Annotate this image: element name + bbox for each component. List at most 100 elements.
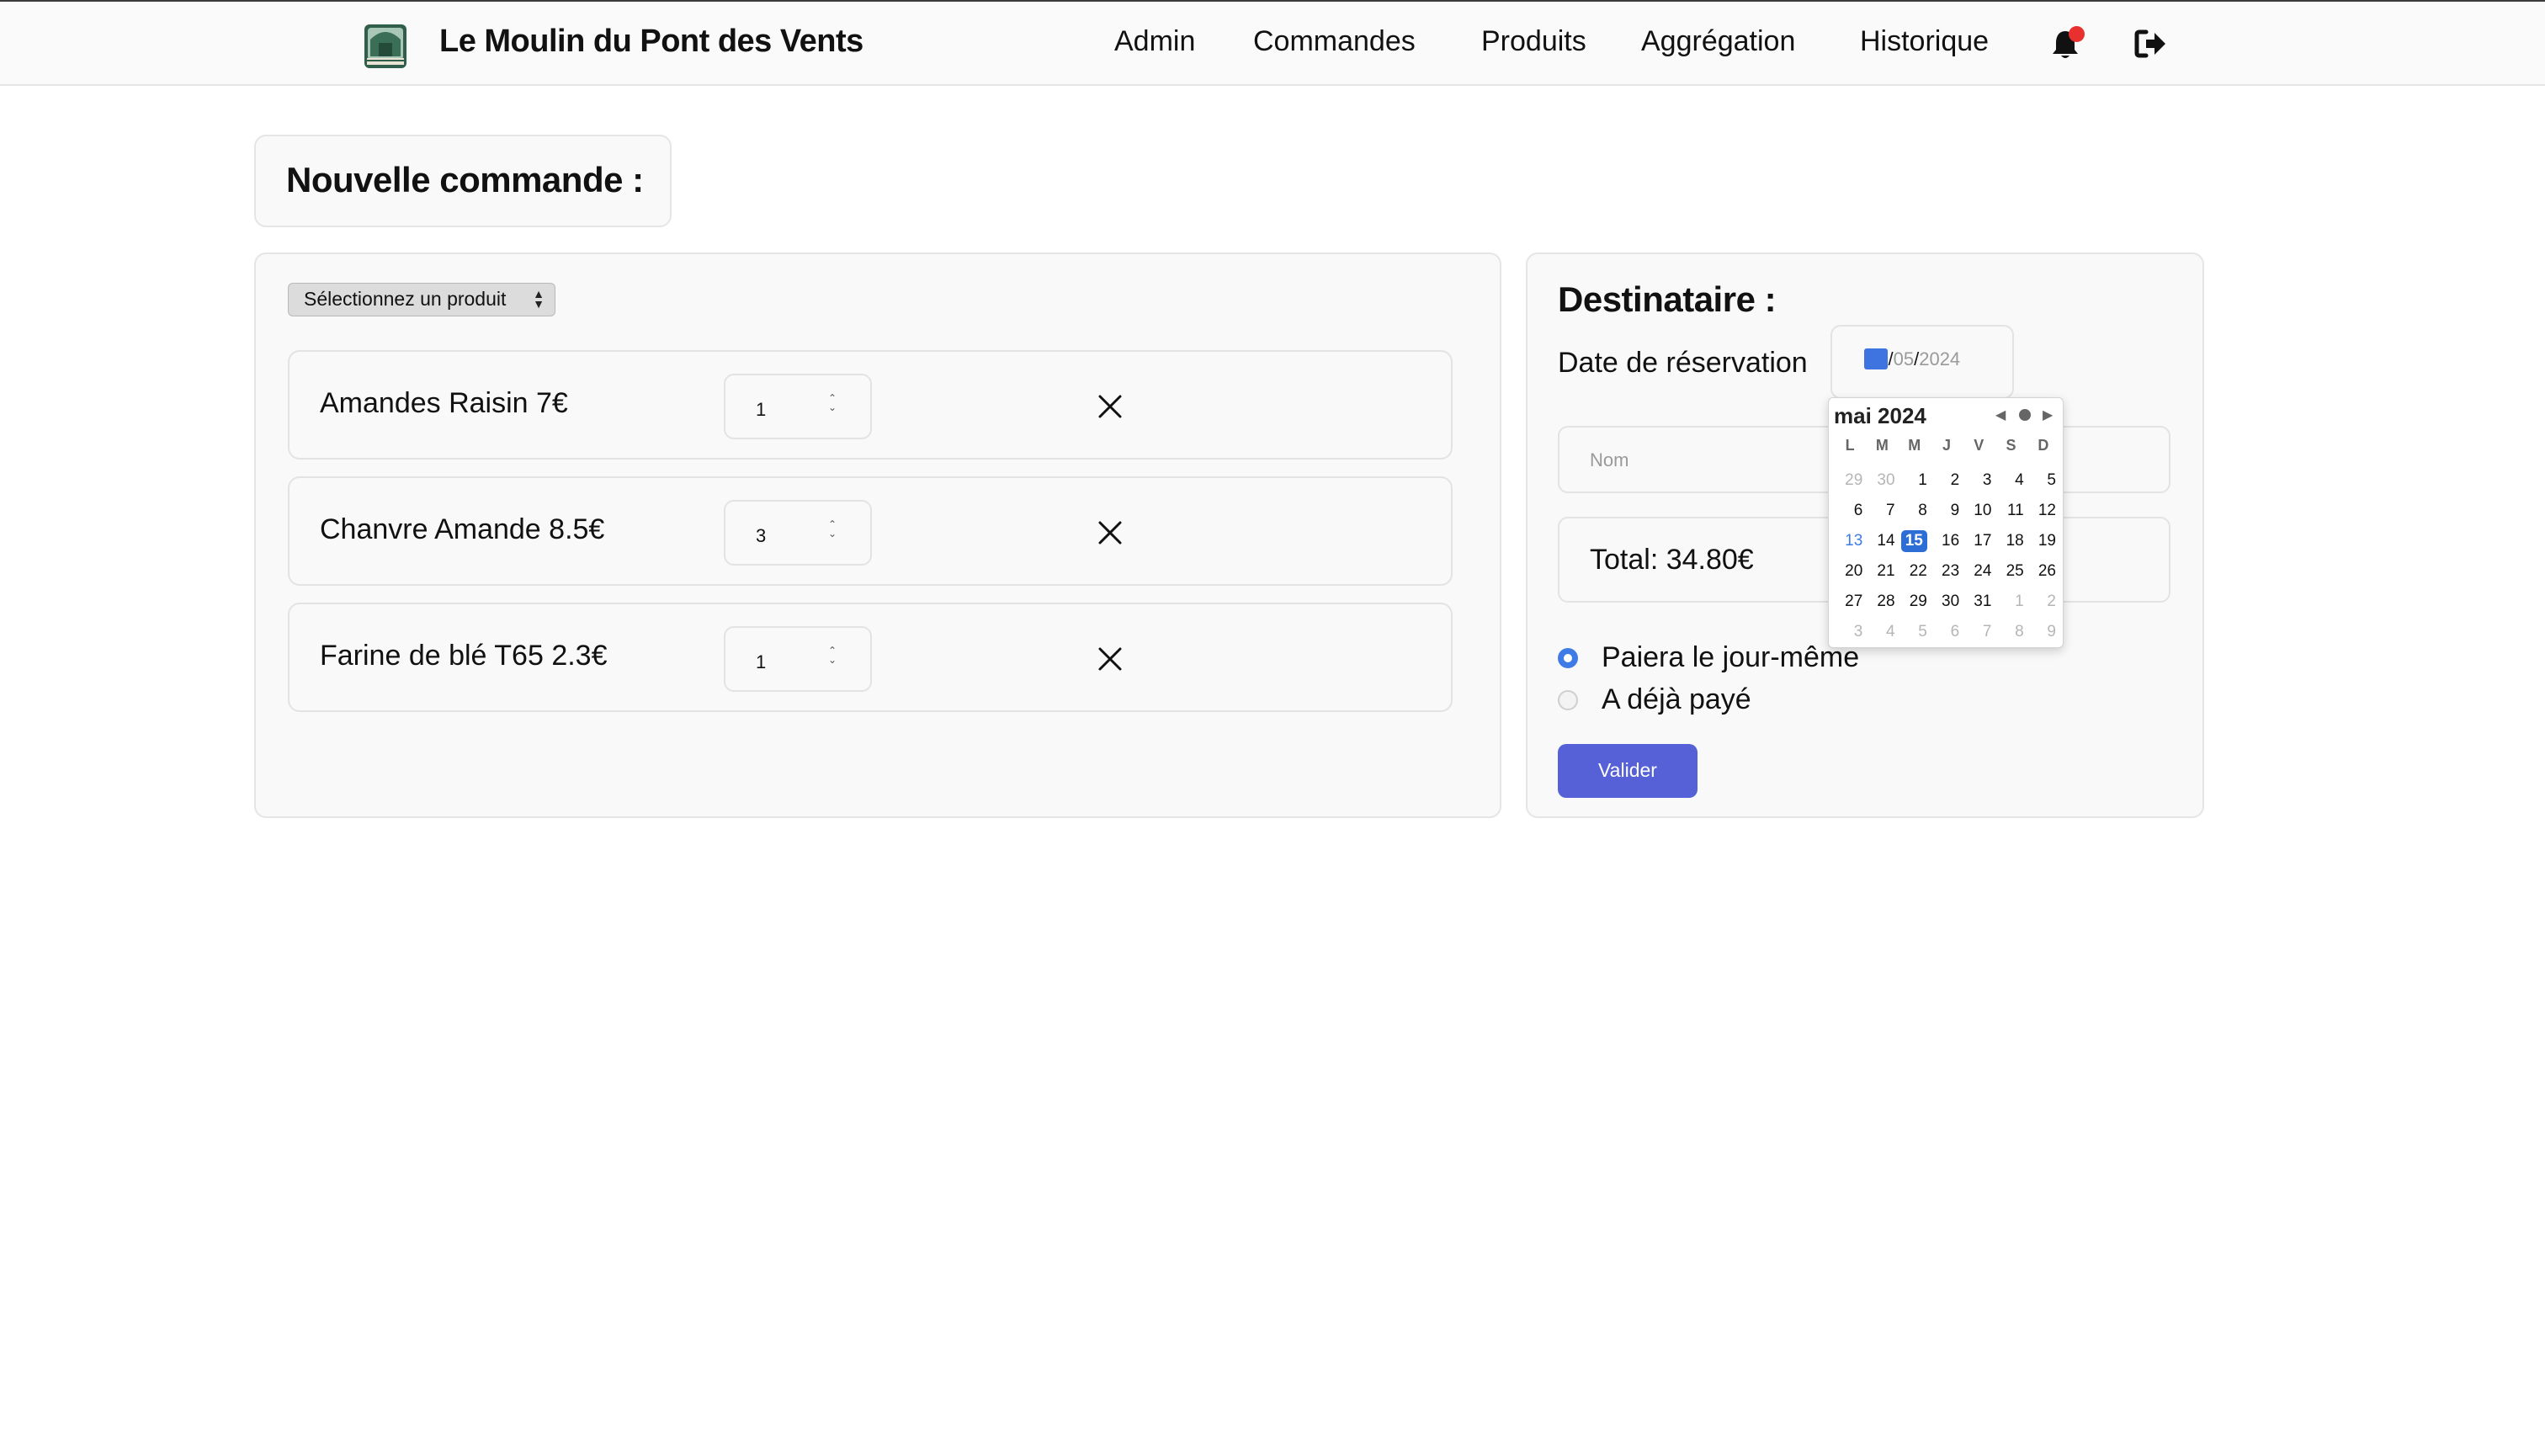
calendar-day[interactable]: 27 [1834,587,1866,617]
calendar-weekday: D [2038,436,2049,454]
product-row: Amandes Raisin 7€ 1 ⌃ ⌄ [288,350,1453,460]
calendar-day[interactable]: 17 [1963,526,1995,556]
calendar-day[interactable]: 20 [1834,556,1866,587]
close-icon[interactable] [1096,392,1124,421]
calendar-day[interactable]: 11 [1995,496,2027,526]
date-picker-popup: mai 2024 ◀ ▶ L M M J V S D 29 30 1 2 3 4 5 6 7 8 9 10 11 12 1… [1828,397,2064,648]
calendar-day[interactable]: 1 [1899,465,1931,496]
calendar-day[interactable]: 7 [1963,617,1995,647]
nav-link-historique[interactable]: Historique [1860,25,1989,58]
page-title-card: Nouvelle commande : [254,135,672,227]
notification-badge [2069,26,2085,42]
quantity-value: 3 [756,525,767,546]
payment-option-label: A déjà payé [1602,683,1751,715]
stepper-icon[interactable]: ⌃ ⌄ [828,646,837,665]
calendar-day[interactable]: 15 [1899,526,1931,556]
quantity-value: 1 [756,651,767,672]
calendar-day[interactable]: 8 [1899,496,1931,526]
calendar-grid: L M M J V S D 29 30 1 2 3 4 5 6 7 8 9 10 11 12 13 14 15 16 17 18 19… [1834,435,2059,647]
calendar-day[interactable]: 29 [1899,587,1931,617]
calendar-next-icon[interactable]: ▶ [2043,407,2053,423]
nav-link-aggregation[interactable]: Aggrégation [1641,25,1795,58]
submit-button[interactable]: Valider [1558,744,1698,798]
calendar-day[interactable]: 25 [1995,556,2027,587]
calendar-day[interactable]: 24 [1963,556,1995,587]
calendar-day[interactable]: 1 [1995,587,2027,617]
calendar-day[interactable]: 9 [2027,617,2059,647]
calendar-month-label: mai 2024 [1834,403,1926,428]
logout-icon[interactable] [2134,29,2168,59]
calendar-day[interactable]: 4 [1995,465,2027,496]
products-panel: Sélectionnez un produit ▲ ▼ Amandes Raisi… [254,252,1501,818]
calendar-day[interactable]: 9 [1931,496,1963,526]
calendar-day[interactable]: 16 [1931,526,1963,556]
quantity-value: 1 [756,399,767,420]
calendar-day[interactable]: 5 [1899,617,1931,647]
calendar-day[interactable]: 10 [1963,496,1995,526]
quantity-input[interactable]: 1 ⌃ ⌄ [724,626,872,692]
calendar-weekday: V [1974,436,1984,454]
calendar-day[interactable]: 4 [1866,617,1898,647]
mill-logo-icon[interactable] [362,18,409,70]
calendar-day[interactable]: 3 [1963,465,1995,496]
calendar-day[interactable]: 5 [2027,465,2059,496]
reservation-date-input[interactable]: 13/05/2024 [1830,325,2014,399]
radio-checked-icon[interactable] [1558,648,1578,668]
calendar-prev-icon[interactable]: ◀ [1995,407,2006,423]
calendar-day[interactable]: 28 [1866,587,1898,617]
calendar-weekday: M [1908,436,1921,454]
calendar-day[interactable]: 6 [1931,617,1963,647]
calendar-day[interactable]: 23 [1931,556,1963,587]
calendar-weekday: L [1845,436,1855,454]
nav-link-admin[interactable]: Admin [1114,25,1195,58]
calendar-day[interactable]: 30 [1931,587,1963,617]
calendar-day[interactable]: 14 [1866,526,1898,556]
calendar-day[interactable]: 30 [1866,465,1898,496]
product-label: Farine de blé T65 2.3€ [320,640,608,672]
calendar-day[interactable]: 26 [2027,556,2059,587]
stepper-icon[interactable]: ⌃ ⌄ [828,519,837,539]
product-select[interactable]: Sélectionnez un produit ▲ ▼ [288,283,555,316]
date-year-segment[interactable]: 2024 [1919,348,1960,369]
close-icon[interactable] [1096,645,1124,673]
quantity-input[interactable]: 1 ⌃ ⌄ [724,374,872,439]
nav-link-produits[interactable]: Produits [1481,25,1586,58]
calendar-today-icon[interactable] [2019,409,2031,421]
radio-unchecked-icon[interactable] [1558,690,1578,710]
product-select-label: Sélectionnez un produit [304,288,507,310]
select-arrows-icon: ▲ ▼ [533,287,545,311]
calendar-day[interactable]: 6 [1834,496,1866,526]
calendar-weekday: S [2006,436,2016,454]
date-month-segment[interactable]: 05 [1894,348,1914,369]
calendar-day[interactable]: 29 [1834,465,1866,496]
top-navbar: Le Moulin du Pont des Vents Admin Comman… [0,0,2545,86]
product-label: Amandes Raisin 7€ [320,387,568,419]
calendar-day[interactable]: 13 [1834,526,1866,556]
calendar-day[interactable]: 3 [1834,617,1866,647]
date-day-segment[interactable]: 13 [1864,348,1889,369]
date-label: Date de réservation [1558,347,1808,379]
calendar-day[interactable]: 22 [1899,556,1931,587]
quantity-input[interactable]: 3 ⌃ ⌄ [724,500,872,566]
page-title: Nouvelle commande : [286,160,644,199]
product-row: Farine de blé T65 2.3€ 1 ⌃ ⌄ [288,603,1453,712]
calendar-weekday: M [1875,436,1889,454]
calendar-day[interactable]: 18 [1995,526,2027,556]
calendar-day[interactable]: 8 [1995,617,2027,647]
nav-link-commandes[interactable]: Commandes [1253,25,1416,58]
calendar-day[interactable]: 2 [2027,587,2059,617]
calendar-weekday: J [1942,436,1951,454]
calendar-day[interactable]: 21 [1866,556,1898,587]
calendar-day[interactable]: 19 [2027,526,2059,556]
brand-name[interactable]: Le Moulin du Pont des Vents [439,24,863,60]
stepper-icon[interactable]: ⌃ ⌄ [828,393,837,412]
close-icon[interactable] [1096,518,1124,547]
product-label: Chanvre Amande 8.5€ [320,513,605,545]
calendar-day[interactable]: 31 [1963,587,1995,617]
product-row: Chanvre Amande 8.5€ 3 ⌃ ⌄ [288,476,1453,586]
calendar-day[interactable]: 12 [2027,496,2059,526]
calendar-day[interactable]: 7 [1866,496,1898,526]
payment-option-label: Paiera le jour-même [1602,641,1860,673]
recipient-title: Destinataire : [1558,279,1777,319]
calendar-day[interactable]: 2 [1931,465,1963,496]
